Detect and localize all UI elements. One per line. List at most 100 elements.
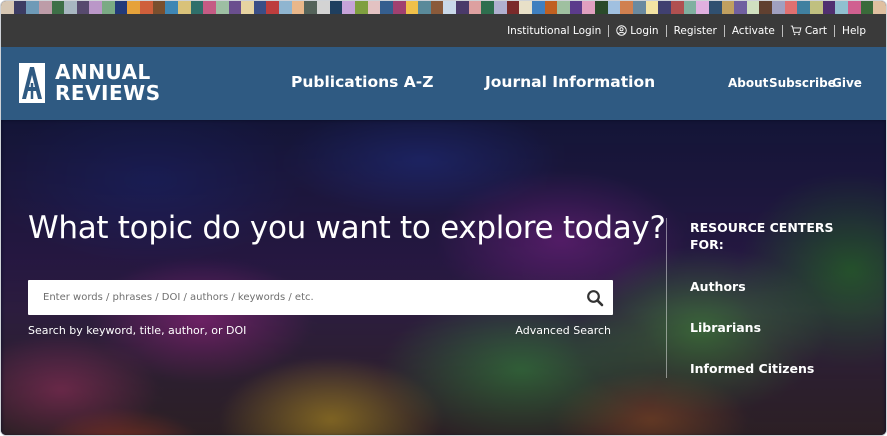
page-frame: Institutional Login Login Register Activ… (0, 0, 887, 436)
search-icon (587, 289, 604, 306)
color-strip-swatch (329, 1, 343, 14)
color-strip-swatch (531, 1, 545, 14)
color-strip-swatch (367, 1, 381, 14)
logo-line-annual: ANNUAL (55, 60, 151, 84)
color-strip-swatch (759, 1, 773, 14)
color-strip-swatch (89, 1, 103, 14)
annual-reviews-logo[interactable]: ANNUAL REVIEWS (19, 61, 161, 105)
nav-publications-a-z[interactable]: Publications A-Z (291, 73, 433, 91)
resource-link-librarians[interactable]: Librarians (690, 320, 761, 335)
cart-label: Cart (804, 24, 828, 37)
cart-icon (790, 25, 802, 36)
color-strip-swatch (734, 1, 747, 14)
color-strip-swatch (784, 1, 798, 14)
activate-label: Activate (731, 24, 775, 37)
color-strip-swatch (430, 1, 444, 14)
color-strip-swatch (1, 1, 14, 14)
utility-separator (665, 24, 667, 37)
color-strip-swatch (114, 1, 128, 14)
color-strip-swatch (51, 1, 65, 14)
color-strip-swatch (64, 1, 77, 14)
resource-link-authors[interactable]: Authors (690, 279, 746, 294)
advanced-search-link[interactable]: Advanced Search (515, 324, 611, 337)
color-strip-swatch (76, 1, 90, 14)
color-strip-swatch (847, 1, 861, 14)
color-strip-swatch (418, 1, 431, 14)
logo-wordmark: ANNUAL REVIEWS (55, 62, 161, 104)
nav-journal-information[interactable]: Journal Information (485, 73, 655, 91)
color-strip-swatch (493, 1, 507, 14)
color-strip-swatch (152, 1, 166, 14)
color-strip-swatch (607, 1, 621, 14)
color-strip-swatch (190, 1, 204, 14)
color-strip-swatch (810, 1, 823, 14)
nav-subscribe[interactable]: Subscribe (769, 76, 836, 90)
color-strip-swatch (38, 1, 52, 14)
color-strip-swatch (127, 1, 141, 14)
color-strip-swatch (557, 1, 570, 14)
institutional-login-label: Institutional Login (507, 24, 602, 37)
color-strip-swatch (102, 1, 115, 14)
utility-separator (723, 24, 725, 37)
color-strip-swatch (405, 1, 419, 14)
color-strip-swatch (380, 1, 393, 14)
color-strip-swatch (645, 1, 659, 14)
login-link[interactable]: Login (616, 24, 659, 37)
color-strip-swatch (633, 1, 646, 14)
hero-section: What topic do you want to explore today?… (1, 120, 886, 435)
color-strip-swatch (354, 1, 368, 14)
color-strip-swatch (746, 1, 760, 14)
color-strip-swatch (708, 1, 722, 14)
register-link[interactable]: Register (674, 25, 717, 37)
cart-link[interactable]: Cart (790, 25, 827, 37)
color-strip (1, 1, 886, 14)
color-strip-swatch (595, 1, 608, 14)
color-strip-swatch (177, 1, 191, 14)
color-strip-swatch (13, 1, 27, 14)
color-strip-swatch (683, 1, 697, 14)
color-strip-swatch (797, 1, 810, 14)
resource-link-informed-citizens[interactable]: Informed Citizens (690, 361, 814, 376)
color-strip-swatch (481, 1, 494, 14)
color-strip-swatch (266, 1, 280, 14)
nav-about[interactable]: About (728, 76, 768, 90)
color-strip-swatch (468, 1, 482, 14)
nav-give[interactable]: Give (832, 76, 862, 90)
color-strip-swatch (215, 1, 229, 14)
color-strip-swatch (26, 1, 39, 14)
hero-headline: What topic do you want to explore today? (28, 210, 666, 246)
utility-separator (834, 24, 836, 37)
search-input[interactable] (28, 280, 577, 315)
utility-bar: Institutional Login Login Register Activ… (1, 14, 886, 47)
color-strip-swatch (304, 1, 318, 14)
color-strip-swatch (670, 1, 684, 14)
color-strip-swatch (241, 1, 254, 14)
color-strip-swatch (253, 1, 267, 14)
color-strip-swatch (228, 1, 242, 14)
color-strip-swatch (772, 1, 785, 14)
color-strip-swatch (519, 1, 532, 14)
color-strip-swatch (392, 1, 406, 14)
main-navigation: ANNUAL REVIEWS Publications A-Z Journal … (1, 47, 886, 120)
hero-divider (666, 218, 667, 378)
color-strip-swatch (203, 1, 216, 14)
color-strip-swatch (291, 1, 305, 14)
color-strip-swatch (342, 1, 355, 14)
register-label: Register (673, 24, 717, 37)
color-strip-swatch (822, 1, 836, 14)
color-strip-swatch (873, 1, 886, 14)
color-strip-swatch (658, 1, 671, 14)
activate-link[interactable]: Activate (732, 25, 775, 37)
color-strip-swatch (140, 1, 153, 14)
login-label: Login (630, 24, 659, 37)
search-button[interactable] (577, 280, 613, 315)
hero-overlay (1, 120, 886, 435)
color-strip-swatch (569, 1, 583, 14)
color-strip-swatch (456, 1, 469, 14)
color-strip-swatch (165, 1, 178, 14)
institutional-login-link[interactable]: Institutional Login (507, 25, 601, 37)
search-hint: Search by keyword, title, author, or DOI (28, 324, 247, 337)
color-strip-swatch (544, 1, 558, 14)
color-strip-swatch (721, 1, 735, 14)
help-link[interactable]: Help (842, 25, 866, 37)
